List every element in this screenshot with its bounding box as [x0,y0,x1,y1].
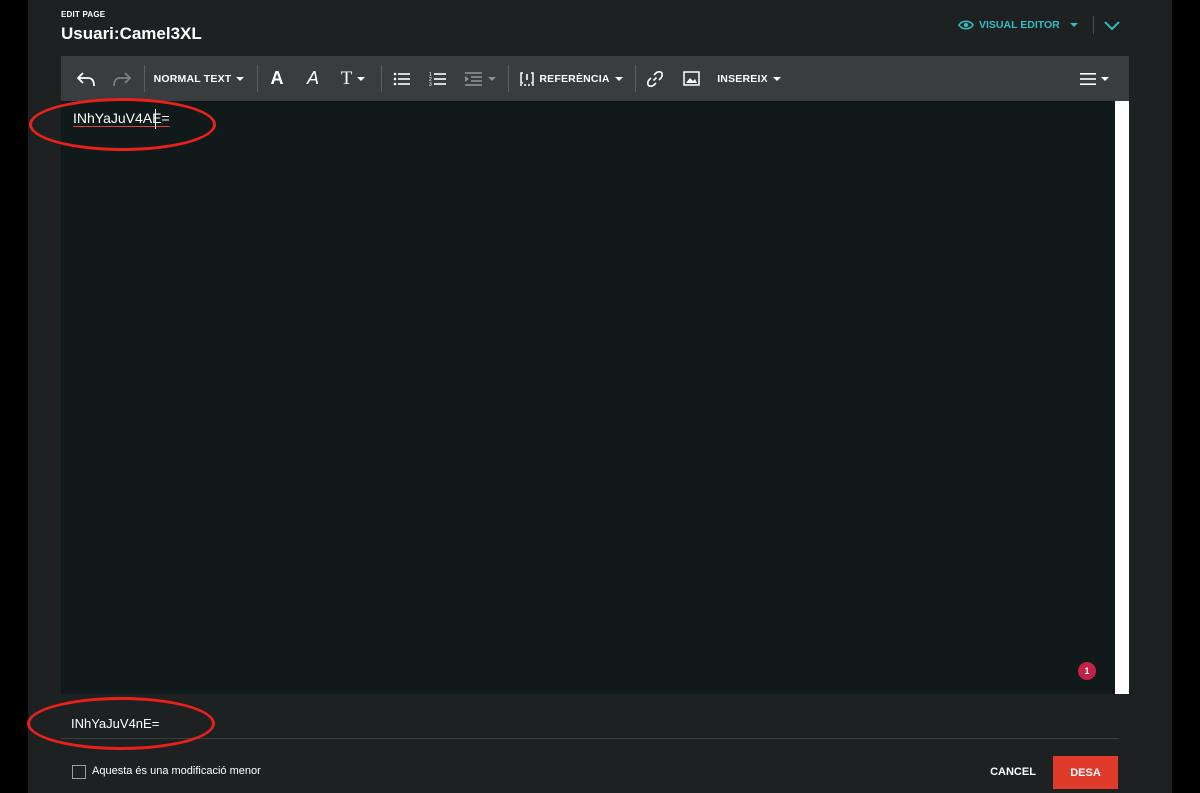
eye-icon [958,20,974,30]
toolbar-separator [508,65,509,92]
undo-button[interactable] [73,56,99,101]
annotation-circle-top [29,98,216,151]
notification-badge[interactable]: 1 [1078,662,1096,680]
editor-toolbar: NORMAL TEXT A A T 1 2 3 REFERÈNCIA INSER… [61,56,1129,102]
page-options-menu[interactable] [1077,56,1111,101]
summary-divider [61,738,1119,739]
numbered-list-button[interactable]: 1 2 3 [425,56,451,101]
save-button[interactable]: DESA [1053,756,1118,789]
visual-editor-label: VISUAL EDITOR [979,19,1060,31]
edit-page-label: EDIT PAGE [61,10,106,19]
chevron-down-icon [487,76,496,81]
insert-dropdown[interactable]: INSEREIX [713,56,785,101]
collapse-chevron-icon[interactable] [1102,15,1122,35]
chevron-down-icon [1100,76,1109,81]
reference-dropdown[interactable]: REFERÈNCIA [516,56,626,101]
page-title: Usuari:Camel3XL [61,24,202,43]
image-icon [682,71,700,86]
undo-icon [76,71,95,86]
image-button[interactable] [678,56,704,101]
indent-dropdown[interactable] [461,56,499,101]
text-style-glyph: T [340,67,353,89]
numbered-list-icon: 1 2 3 [429,72,446,87]
insert-label: INSEREIX [717,72,768,85]
redo-button[interactable] [109,56,135,101]
toolbar-separator [144,65,145,92]
bold-button[interactable]: A [264,56,290,101]
editor-scrollbar[interactable] [1115,101,1129,694]
link-button[interactable] [642,56,668,101]
bullet-list-icon [393,72,410,85]
menu-icon [1079,72,1096,85]
toolbar-separator [635,65,636,92]
reference-icon [520,71,535,86]
chevron-down-icon [357,76,366,81]
editor-surface[interactable] [61,101,1115,694]
toolbar-separator [257,65,258,92]
chevron-down-icon [236,76,245,81]
chevron-down-icon [614,76,623,81]
redo-icon [113,71,132,86]
reference-label: REFERÈNCIA [539,72,610,85]
paragraph-format-dropdown[interactable]: NORMAL TEXT [151,56,247,101]
minor-edit-checkbox[interactable] [72,765,86,779]
svg-text:3: 3 [429,82,432,87]
annotation-circle-bottom [27,697,215,750]
bullet-list-button[interactable] [389,56,415,101]
chevron-down-icon [772,76,781,81]
visual-editor-switch[interactable]: VISUAL EDITOR [958,17,1078,33]
paragraph-format-label: NORMAL TEXT [153,72,232,85]
toolbar-separator [381,65,382,92]
italic-button[interactable]: A [300,56,326,101]
cancel-button[interactable]: CANCEL [980,757,1046,787]
chevron-down-icon [1069,23,1078,27]
minor-edit-label: Aquesta és una modificació menor [92,765,261,777]
text-style-dropdown[interactable]: T [335,56,371,101]
link-icon [647,70,663,87]
indent-icon [464,71,482,86]
header-divider [1093,16,1094,34]
